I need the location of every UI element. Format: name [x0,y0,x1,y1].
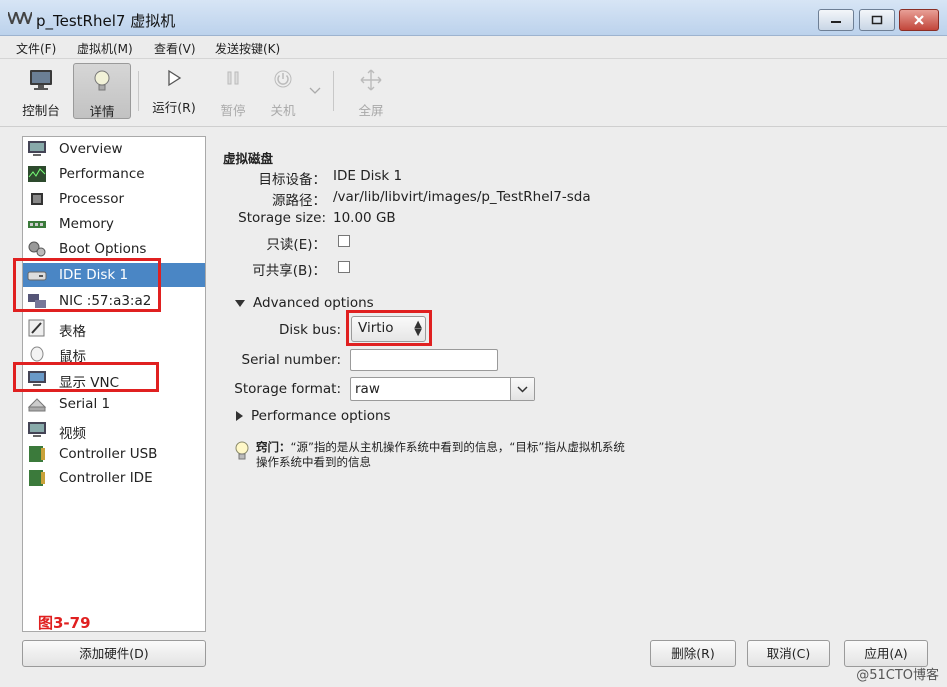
storage-format-combo[interactable]: raw [350,377,535,401]
play-icon [168,69,182,87]
serial-icon [27,398,47,412]
add-hardware-button[interactable]: 添加硬件(D) [22,640,206,667]
details-button[interactable]: 详情 [73,63,131,119]
storage-format-label: Storage format: [234,381,341,397]
sidebar-item-processor[interactable]: Processor [23,187,205,211]
minimize-icon [831,21,841,23]
lightbulb-icon [235,441,249,460]
advanced-options-expander[interactable]: Advanced options [235,295,374,311]
sidebar-item-overview[interactable]: Overview [23,137,205,161]
expander-down-icon [235,299,245,307]
watermark: @51CTO博客 [856,668,939,683]
sidebar-item-controller-usb[interactable]: Controller USB [23,442,205,466]
sidebar-item-tablet[interactable]: 表格 [23,316,205,340]
chevron-down-icon[interactable] [309,87,321,95]
target-device-value: IDE Disk 1 [333,168,403,184]
chevron-down-icon [517,386,528,393]
video-icon [28,422,46,437]
performance-options-expander[interactable]: Performance options [236,408,391,424]
maximize-icon [871,15,883,25]
sidebar-item-memory[interactable]: Memory [23,212,205,236]
menu-vm[interactable]: 虚拟机(M) [77,40,133,57]
toolbar: 控制台 详情 运行(R) 暂停 关机 全屏 [0,59,947,127]
readonly-label: 只读(E)： [266,237,326,253]
sidebar-item-video[interactable]: 视频 [23,418,205,442]
serial-number-label: Serial number: [241,352,342,368]
sidebar-item-performance[interactable]: Performance [23,162,205,186]
memory-icon [28,221,46,228]
section-title: 虚拟磁盘 [223,151,274,166]
readonly-checkbox[interactable] [338,235,350,247]
maximize-button[interactable] [859,9,895,31]
cancel-button[interactable]: 取消(C) [747,640,830,667]
target-device-label: 目标设备： [258,172,327,188]
console-button[interactable]: 控制台 [14,63,68,119]
menu-send-key[interactable]: 发送按键(K) [215,40,280,57]
menu-file[interactable]: 文件(F) [16,40,56,57]
shareable-label: 可共享(B)： [252,263,326,279]
minimize-button[interactable] [818,9,854,31]
source-path-value: /var/lib/libvirt/images/p_TestRhel7-sda [333,189,591,205]
dropdown-button[interactable] [510,378,534,400]
menu-bar: 文件(F) 虚拟机(M) 查看(V) 发送按键(K) [0,36,947,59]
remove-button[interactable]: 删除(R) [650,640,736,667]
window-title: p_TestRhel7 虚拟机 [36,12,176,30]
virt-manager-icon [8,12,32,24]
mouse-icon [30,346,44,362]
details-panel: 虚拟磁盘 目标设备： IDE Disk 1 源路径： /var/lib/libv… [210,136,937,632]
menu-view[interactable]: 查看(V) [154,40,196,57]
shutdown-button[interactable]: 关机 [262,63,304,119]
pause-icon [227,71,239,85]
shareable-checkbox[interactable] [338,261,350,273]
expander-right-icon [236,411,243,421]
monitor-icon [28,141,46,156]
toolbar-separator [333,71,334,111]
tablet-icon [28,319,45,337]
tip-body: “源”指的是从主机操作系统中看到的信息，“目标”指从虚拟机系统操作系统中看到的信… [256,440,625,469]
figure-label: 图3-79 [38,614,91,632]
fullscreen-button[interactable]: 全屏 [348,63,394,119]
close-button[interactable] [899,9,939,31]
highlight-display [13,362,159,392]
storage-size-value: 10.00 GB [333,210,396,226]
pause-button[interactable]: 暂停 [208,63,258,119]
toolbar-separator [138,71,139,111]
close-icon [914,15,924,25]
tip-text: 窍门：“源”指的是从主机操作系统中看到的信息，“目标”指从虚拟机系统操作系统中看… [256,440,626,470]
run-button[interactable]: 运行(R) [145,63,203,119]
highlight-disk-nic [13,258,161,312]
disk-bus-label: Disk bus: [279,322,341,338]
storage-size-label: Storage size: [238,210,326,226]
sidebar-item-controller-ide[interactable]: Controller IDE [23,466,205,490]
tip-prefix: 窍门： [256,440,291,454]
power-icon [274,70,292,88]
main-area: Overview Performance Processor Memory Bo… [0,127,947,687]
controller-icon [29,470,45,486]
cpu-icon [31,193,43,205]
performance-icon [28,166,46,182]
apply-button[interactable]: 应用(A) [844,640,928,667]
monitor-icon [30,70,52,90]
sidebar-item-serial-1[interactable]: Serial 1 [23,392,205,416]
title-bar: p_TestRhel7 虚拟机 [0,0,947,36]
highlight-disk-bus [346,310,432,346]
fullscreen-icon [360,69,382,91]
serial-number-input[interactable] [350,349,498,371]
controller-icon [29,446,45,462]
gears-icon [28,241,46,257]
lightbulb-icon [94,70,110,91]
source-path-label: 源路径： [272,193,326,209]
